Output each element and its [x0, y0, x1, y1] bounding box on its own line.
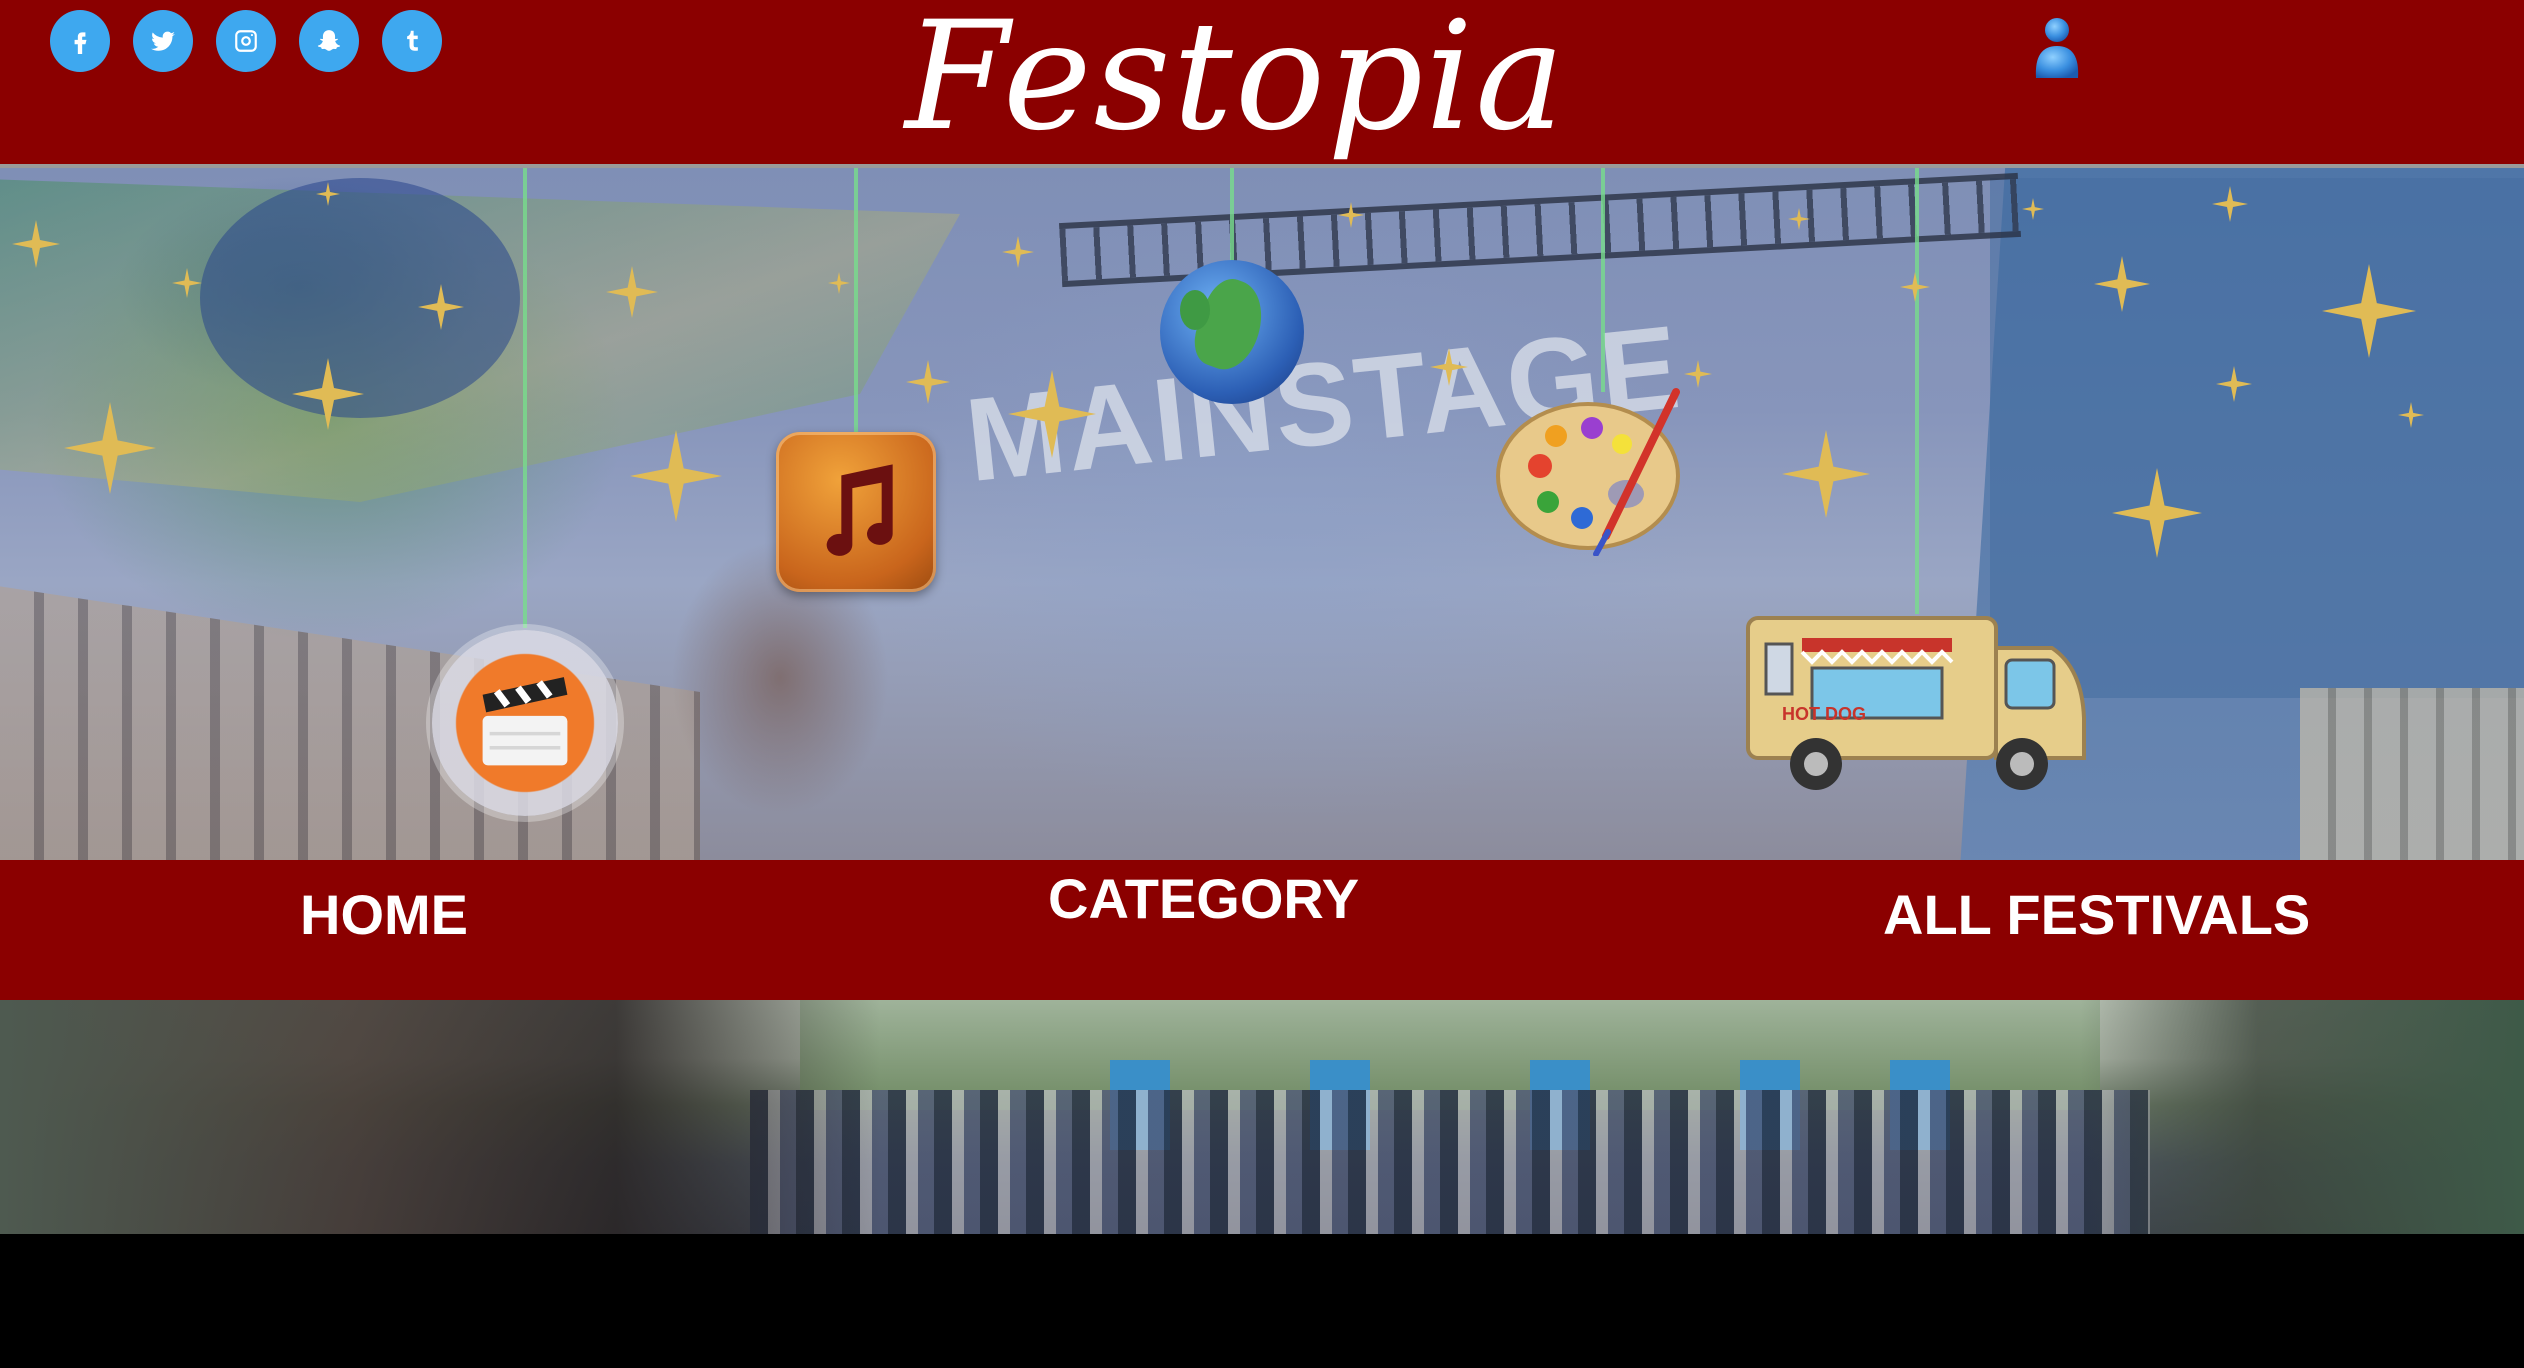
food-truck-icon[interactable]: HOT DOG: [1742, 608, 2090, 796]
crowd-foreground-left: [0, 1000, 880, 1234]
hang-string: [1915, 168, 1919, 614]
sparkle-icon: [1900, 272, 1930, 302]
main-nav: HOME CATEGORY ALL FESTIVALS: [0, 860, 2524, 1000]
palette-icon[interactable]: [1496, 386, 1696, 557]
sparkle-icon: [2216, 366, 2252, 402]
sparkle-icon: [292, 358, 364, 430]
crowd-foreground-right: [2080, 1000, 2524, 1234]
sparkle-icon: [1430, 348, 1468, 386]
sparkle-icon: [2322, 264, 2416, 358]
instagram-icon[interactable]: [216, 10, 276, 72]
sparkle-icon: [2094, 256, 2150, 312]
site-header: Festopia: [0, 0, 2524, 168]
twitter-icon[interactable]: [133, 10, 193, 72]
music-icon[interactable]: [776, 432, 936, 592]
social-links: [50, 10, 442, 72]
truck-label: HOT DOG: [1782, 704, 1866, 724]
crowd-people: [750, 1090, 2150, 1234]
sparkle-icon: [606, 266, 658, 318]
sparkle-icon: [1782, 430, 1870, 518]
sparkle-icon: [418, 284, 464, 330]
hero-banner: MAINSTAGE HOT DOG: [0, 168, 2524, 860]
festival-crowd-image: [0, 1000, 2524, 1234]
sparkle-icon: [2398, 402, 2424, 428]
hang-string: [854, 168, 858, 436]
fence-right: [2300, 688, 2524, 860]
sparkle-icon: [64, 402, 156, 494]
sparkle-icon: [1338, 202, 1364, 228]
sparkle-icon: [2212, 186, 2248, 222]
sparkle-icon: [630, 430, 722, 522]
film-icon[interactable]: [432, 630, 618, 816]
sparkle-icon: [906, 360, 950, 404]
globe-icon[interactable]: [1160, 260, 1304, 404]
sparkle-icon: [316, 182, 340, 206]
site-logo[interactable]: Festopia: [905, 0, 1565, 192]
hang-string: [1601, 168, 1605, 392]
page-bottom: [0, 1234, 2524, 1368]
nav-home-link[interactable]: HOME: [300, 882, 468, 947]
sparkle-icon: [2022, 198, 2044, 220]
nav-category-link[interactable]: CATEGORY: [1048, 866, 1359, 931]
sparkle-icon: [1008, 370, 1096, 458]
facebook-icon[interactable]: [50, 10, 110, 72]
nav-all-festivals-link[interactable]: ALL FESTIVALS: [1883, 882, 2310, 947]
sparkle-icon: [12, 220, 60, 268]
tumblr-icon[interactable]: [382, 10, 442, 72]
sparkle-icon: [1002, 236, 1034, 268]
sparkle-icon: [1788, 208, 1810, 230]
user-icon[interactable]: [2032, 16, 2082, 82]
sparkle-icon: [2112, 468, 2202, 558]
snapchat-icon[interactable]: [299, 10, 359, 72]
hang-string: [523, 168, 527, 628]
sparkle-icon: [828, 272, 850, 294]
sparkle-icon: [1684, 360, 1712, 388]
sparkle-icon: [172, 268, 202, 298]
